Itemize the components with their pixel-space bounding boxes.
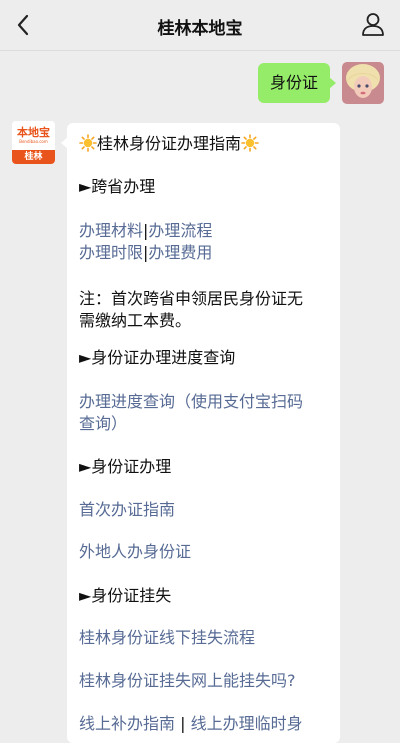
- section-title-lost-report: ►身份证挂失: [79, 586, 172, 605]
- link-time-limit[interactable]: 办理时限: [79, 243, 143, 262]
- link-online-temporary-id[interactable]: 线上办理临时身: [191, 714, 303, 733]
- link-fees[interactable]: 办理费用: [148, 243, 212, 262]
- outgoing-bubble[interactable]: 身份证: [257, 63, 337, 103]
- card-heading: 桂林身份证办理指南: [97, 134, 242, 153]
- link-separator: |: [175, 714, 191, 733]
- links-row-2: 办理时限|办理费用: [79, 242, 337, 264]
- link-progress-query[interactable]: 办理进度查询（使用支付宝扫码: [79, 391, 337, 413]
- page-title: 桂林本地宝: [157, 19, 243, 39]
- avatar-city-text: 桂林: [12, 150, 55, 164]
- link-materials[interactable]: 办理材料: [79, 221, 143, 240]
- sun-icon: [241, 134, 259, 152]
- links-row-1: 办理材料|办理流程: [79, 220, 337, 242]
- link-non-local-application[interactable]: 外地人办身份证: [79, 541, 337, 563]
- link-progress-query-cont[interactable]: 查询）: [79, 413, 337, 435]
- section-title-progress-query: ►身份证办理进度查询: [79, 348, 236, 367]
- outgoing-message: 身份证: [257, 62, 384, 106]
- sun-icon: [79, 134, 97, 152]
- bendibao-avatar[interactable]: 本地宝 Bendibao.com 桂林: [12, 121, 55, 164]
- user-avatar[interactable]: [342, 62, 384, 104]
- links-row-partial: 线上补办指南 | 线上办理临时身: [79, 713, 337, 735]
- link-first-application-guide[interactable]: 首次办证指南: [79, 499, 337, 521]
- section-title-id-application: ►身份证办理: [79, 457, 172, 476]
- avatar-domain-text: Bendibao.com: [19, 138, 48, 144]
- note-line-2: 需缴纳工本费。: [79, 311, 192, 330]
- guide-message-card: 桂林身份证办理指南 ►跨省办理 办理材料|办理流程 办理时限|办理费用 注：首次…: [61, 123, 340, 743]
- card-heading-line: 桂林身份证办理指南: [79, 133, 337, 155]
- user-profile-icon[interactable]: [360, 11, 386, 37]
- link-online-reissue-guide[interactable]: 线上补办指南: [79, 714, 175, 733]
- avatar-logo-text: 本地宝: [17, 125, 50, 139]
- note-line-1: 注：首次跨省申领居民身份证无: [79, 289, 304, 308]
- link-offline-lost-report[interactable]: 桂林身份证线下挂失流程: [79, 627, 337, 649]
- link-process[interactable]: 办理流程: [148, 221, 212, 240]
- link-online-lost-report[interactable]: 桂林身份证挂失网上能挂失吗?: [79, 670, 337, 692]
- section-title-cross-province: ►跨省办理: [79, 177, 156, 196]
- top-bar: 桂林本地宝: [0, 0, 400, 51]
